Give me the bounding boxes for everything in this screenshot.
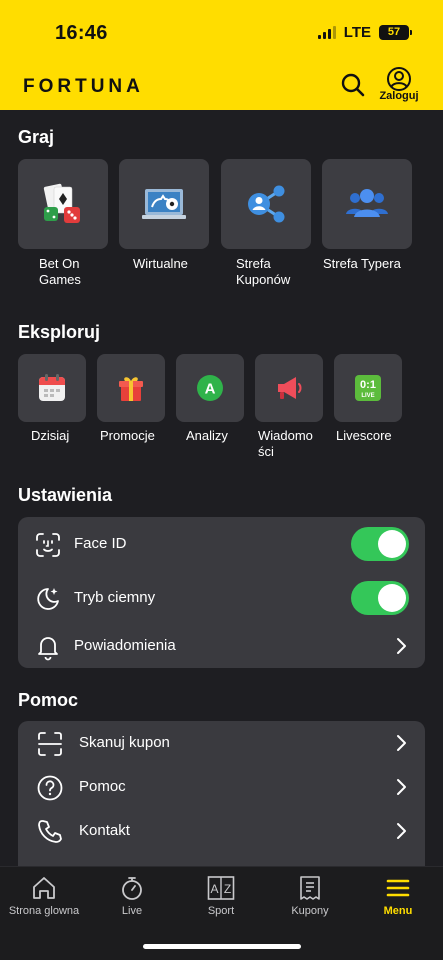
chevron-right-icon xyxy=(397,779,406,795)
chevron-right-icon xyxy=(397,823,406,839)
help-row-help[interactable]: Pomoc xyxy=(18,765,425,809)
face-id-icon xyxy=(36,533,60,557)
tile-strefa-typera[interactable] xyxy=(322,159,412,249)
gift-icon xyxy=(119,377,143,401)
face-id-toggle[interactable] xyxy=(351,527,409,561)
settings-row-notifications[interactable]: Powiadomienia xyxy=(18,624,425,668)
analysis-glyph: A xyxy=(205,381,216,398)
tab-live[interactable]: Live xyxy=(88,875,176,925)
svg-text:Z: Z xyxy=(224,882,231,896)
app-header: 16:46 LTE 57 FORTUNA Zaloguj xyxy=(0,0,443,110)
tile-strefa-kuponow[interactable] xyxy=(221,159,311,249)
fortuna-logo: FORTUNA xyxy=(23,76,144,97)
status-indicators: LTE 57 xyxy=(317,24,412,41)
scan-label: Skanuj kupon xyxy=(79,734,170,751)
tile-label-strefa-typera: Strefa Typera xyxy=(323,256,401,271)
cards-dice-icon xyxy=(43,183,80,223)
coupon-icon xyxy=(300,876,320,900)
stopwatch-icon xyxy=(122,877,142,900)
status-time: 16:46 xyxy=(55,22,108,44)
tab-label-kupony: Kupony xyxy=(291,905,329,917)
tile-label-wiadomosci: Wiadomo ści xyxy=(258,428,313,459)
livescore-score: 0:1 xyxy=(360,379,376,391)
tile-promocje[interactable] xyxy=(97,354,165,422)
face-id-label: Face ID xyxy=(74,535,127,552)
help-row-scan[interactable]: Skanuj kupon xyxy=(18,721,425,765)
dark-mode-label: Tryb ciemny xyxy=(74,589,156,606)
tab-label-live: Live xyxy=(121,905,143,917)
chevron-right-icon xyxy=(397,638,406,654)
section-title-pomoc: Pomoc xyxy=(18,690,79,710)
tab-label-menu: Menu xyxy=(383,905,413,917)
section-title-eksploruj: Eksploruj xyxy=(18,322,101,342)
livescore-live: LIVE xyxy=(361,393,374,399)
signal-icon xyxy=(317,26,336,39)
login-label: Zaloguj xyxy=(379,90,419,102)
menu-icon xyxy=(386,879,410,897)
section-title-ustawienia: Ustawienia xyxy=(18,485,113,505)
notifications-label: Powiadomienia xyxy=(74,637,176,654)
help-label: Pomoc xyxy=(79,778,126,795)
battery-icon: 57 xyxy=(379,25,412,40)
share-network-icon xyxy=(248,185,285,223)
tile-livescore[interactable]: 0:1 LIVE xyxy=(334,354,402,422)
help-row-contact[interactable]: Kontakt xyxy=(18,809,425,853)
group-icon xyxy=(346,189,388,217)
tile-wiadomosci[interactable] xyxy=(255,354,323,422)
contact-label: Kontakt xyxy=(79,822,130,839)
tab-menu[interactable]: Menu xyxy=(354,875,442,925)
tile-label-wirtualne: Wirtualne xyxy=(133,256,188,271)
home-indicator xyxy=(143,944,301,949)
tile-bet-on-games[interactable] xyxy=(18,159,108,249)
megaphone-icon xyxy=(278,377,302,399)
tile-dzisiaj[interactable] xyxy=(18,354,86,422)
bell-icon xyxy=(38,637,58,661)
dark-mode-toggle[interactable] xyxy=(351,581,409,615)
sport-icon: A Z xyxy=(207,876,235,900)
virtual-laptop-icon xyxy=(142,189,186,219)
chevron-right-icon xyxy=(397,735,406,751)
svg-text:A: A xyxy=(210,882,218,896)
network-type: LTE xyxy=(343,24,371,41)
settings-card: Face ID Tryb ciemny Powiadomienia xyxy=(18,517,425,668)
tile-label-analizy: Analizy xyxy=(186,428,228,443)
help-card: Skanuj kupon Pomoc Kontakt xyxy=(18,721,425,881)
tab-label-sport: Sport xyxy=(207,905,235,917)
tile-label-dzisiaj: Dzisiaj xyxy=(31,428,70,443)
dark-mode-icon xyxy=(37,588,59,610)
login-button[interactable]: Zaloguj xyxy=(375,67,423,105)
tile-label-strefa-kuponow: Strefa Kuponów xyxy=(236,256,291,287)
tab-kupony[interactable]: Kupony xyxy=(266,875,354,925)
livescore-icon: 0:1 LIVE xyxy=(355,375,381,401)
tile-analizy[interactable]: A xyxy=(176,354,244,422)
analysis-a-icon: A xyxy=(197,375,223,401)
search-icon xyxy=(341,73,365,97)
settings-row-face-id: Face ID xyxy=(18,522,425,566)
tab-home[interactable]: Strona glowna xyxy=(0,875,88,925)
tile-label-livescore: Livescore xyxy=(336,428,392,443)
search-button[interactable] xyxy=(340,72,366,98)
phone-icon xyxy=(38,820,62,843)
home-icon xyxy=(33,877,55,899)
help-icon xyxy=(37,775,63,801)
tile-wirtualne[interactable] xyxy=(119,159,209,249)
tab-sport[interactable]: A Z Sport xyxy=(177,875,265,925)
user-icon xyxy=(387,67,411,91)
section-title-graj: Graj xyxy=(18,127,55,147)
tile-label-bet-on-games: Bet On Games xyxy=(39,256,81,287)
scan-icon xyxy=(38,732,62,756)
settings-row-dark-mode: Tryb ciemny xyxy=(18,576,425,620)
calendar-icon xyxy=(39,374,65,401)
tile-label-promocje: Promocje xyxy=(100,428,155,443)
tab-label-home: Strona glowna xyxy=(8,905,80,917)
